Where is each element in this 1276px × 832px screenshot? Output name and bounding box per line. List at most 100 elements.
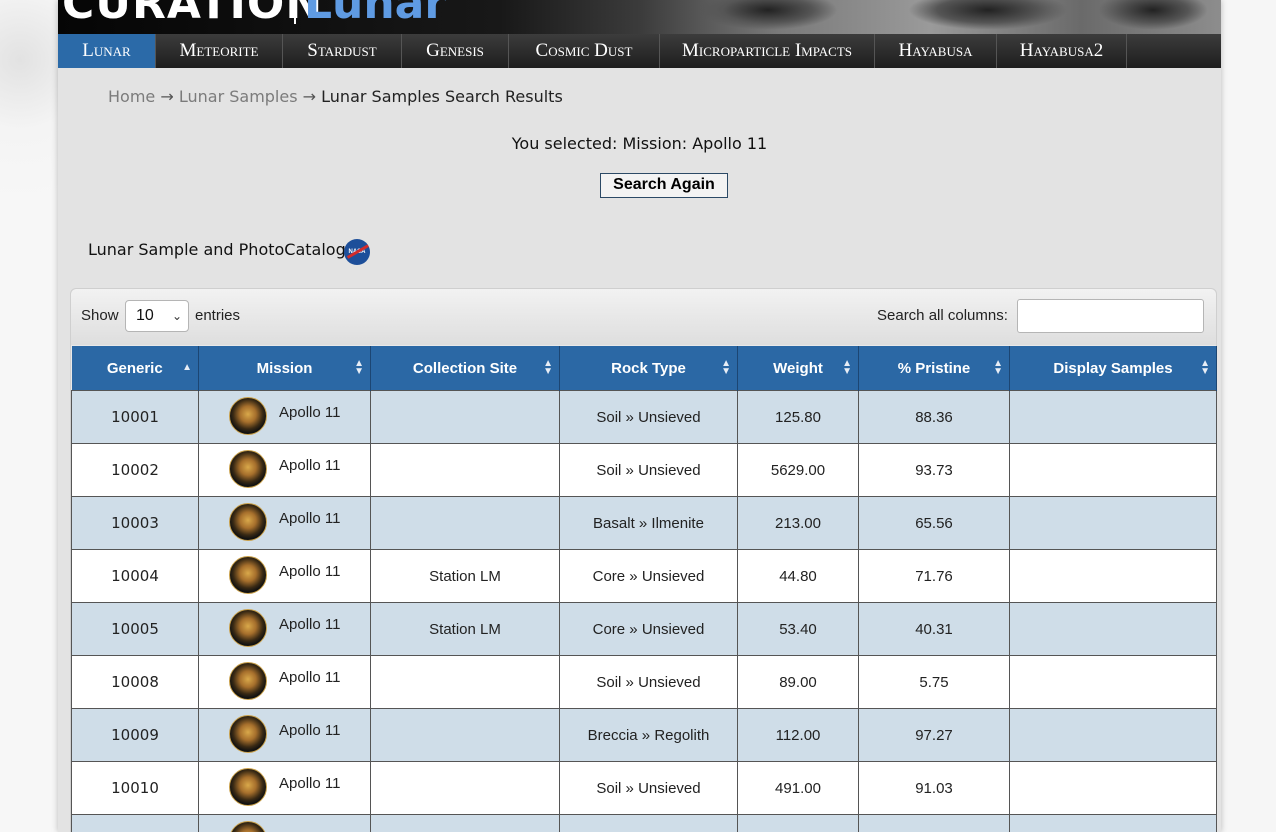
generic-link[interactable] xyxy=(71,814,199,832)
search-all-columns-input[interactable] xyxy=(1017,299,1204,333)
sort-icon: ▲ ▼ xyxy=(354,358,364,377)
mission-cell: Apollo 11 xyxy=(198,655,371,709)
nav-tab-meteorite[interactable]: Meteorite xyxy=(156,34,283,68)
mission-name: Apollo 11 xyxy=(279,510,341,527)
sort-ascending-icon: ▲ xyxy=(182,362,192,373)
column-header-display-samples[interactable]: Display Samples ▲ ▼ xyxy=(1009,346,1217,391)
table-row[interactable]: 10001 Apollo 11 Soil » Unsieved 125.80 8… xyxy=(71,390,1217,444)
generic-link[interactable]: 10009 xyxy=(71,708,199,762)
nasa-logo-icon: NASA xyxy=(344,239,370,265)
nav-tab-genesis[interactable]: Genesis xyxy=(402,34,509,68)
collection-site-cell xyxy=(370,390,560,444)
column-header-mission[interactable]: Mission ▲ ▼ xyxy=(198,346,371,391)
display-samples-cell xyxy=(1009,814,1217,832)
page-length-select[interactable]: 10 ⌄ xyxy=(125,300,189,332)
main-nav: Lunar Meteorite Stardust Genesis Cosmic … xyxy=(58,34,1221,68)
breadcrumb-arrow: → xyxy=(302,87,317,106)
generic-link[interactable]: 10005 xyxy=(71,602,199,656)
collection-site-cell xyxy=(370,655,560,709)
display-samples-cell xyxy=(1009,549,1217,603)
collection-site-cell xyxy=(370,814,560,832)
nav-tab-hayabusa2[interactable]: Hayabusa2 xyxy=(997,34,1127,68)
generic-link[interactable]: 10010 xyxy=(71,761,199,815)
sort-icon: ▲ ▼ xyxy=(993,358,1003,377)
breadcrumb-lunar-samples-link[interactable]: Lunar Samples xyxy=(179,87,298,106)
generic-link[interactable]: 10001 xyxy=(71,390,199,444)
rover-wheel-image xyxy=(1098,0,1208,30)
background-left xyxy=(0,0,58,832)
breadcrumb-home-link[interactable]: Home xyxy=(108,87,155,106)
pristine-cell: 91.03 xyxy=(858,761,1010,815)
rock-type-cell: Soil » Unsieved xyxy=(559,390,738,444)
column-header-pristine[interactable]: % Pristine ▲ ▼ xyxy=(858,346,1010,391)
table-row[interactable]: 10010 Apollo 11 Soil » Unsieved 491.00 9… xyxy=(71,761,1217,815)
table-row[interactable]: 10008 Apollo 11 Soil » Unsieved 89.00 5.… xyxy=(71,655,1217,709)
page: CURATION Lunar Lunar Meteorite Stardust … xyxy=(58,0,1221,832)
column-header-weight[interactable]: Weight ▲ ▼ xyxy=(737,346,859,391)
generic-link[interactable]: 10004 xyxy=(71,549,199,603)
page-length-value: 10 xyxy=(136,307,154,324)
generic-link[interactable]: 10002 xyxy=(71,443,199,497)
column-header-label: Collection Site xyxy=(412,359,518,377)
weight-cell: 112.00 xyxy=(737,708,859,762)
mission-name: Apollo 11 xyxy=(279,457,341,474)
table-row[interactable] xyxy=(71,814,1217,832)
pristine-cell: 97.27 xyxy=(858,708,1010,762)
search-again-button[interactable]: Search Again xyxy=(600,173,728,198)
mission-name: Apollo 11 xyxy=(279,616,341,633)
pristine-cell: 71.76 xyxy=(858,549,1010,603)
column-header-rock-type[interactable]: Rock Type ▲ ▼ xyxy=(559,346,738,391)
weight-cell: 53.40 xyxy=(737,602,859,656)
apollo-11-patch-icon xyxy=(229,715,267,753)
results-table: Generic ▲ Mission ▲ ▼ Collection Site ▲ ▼ Roc… xyxy=(71,346,1217,832)
rover-image xyxy=(698,0,838,30)
nav-tab-stardust[interactable]: Stardust xyxy=(283,34,402,68)
weight-cell: 213.00 xyxy=(737,496,859,550)
sort-icon: ▲ ▼ xyxy=(842,358,852,377)
table-row[interactable]: 10005 Apollo 11 Station LM Core » Unsiev… xyxy=(71,602,1217,656)
nav-tab-microparticle-impacts[interactable]: Microparticle Impacts xyxy=(660,34,875,68)
generic-link[interactable]: 10008 xyxy=(71,655,199,709)
mission-name: Apollo 11 xyxy=(279,775,341,792)
site-logo-text[interactable]: CURATION xyxy=(62,0,323,29)
sort-icon: ▲ ▼ xyxy=(721,358,731,377)
column-header-collection-site[interactable]: Collection Site ▲ ▼ xyxy=(370,346,560,391)
display-samples-cell xyxy=(1009,708,1217,762)
display-samples-cell xyxy=(1009,761,1217,815)
mission-cell: Apollo 11 xyxy=(198,602,371,656)
mission-cell: Apollo 11 xyxy=(198,496,371,550)
display-samples-cell xyxy=(1009,496,1217,550)
breadcrumb-current: Lunar Samples Search Results xyxy=(321,87,563,106)
display-samples-cell xyxy=(1009,655,1217,709)
table-row[interactable]: 10004 Apollo 11 Station LM Core » Unsiev… xyxy=(71,549,1217,603)
weight-cell: 125.80 xyxy=(737,390,859,444)
mission-cell: Apollo 11 xyxy=(198,708,371,762)
nasa-logo-text: NASA xyxy=(348,249,366,255)
apollo-11-patch-icon xyxy=(229,662,267,700)
mission-cell xyxy=(198,814,371,832)
breadcrumb: Home → Lunar Samples → Lunar Samples Sea… xyxy=(108,87,563,106)
table-row[interactable]: 10009 Apollo 11 Breccia » Regolith 112.0… xyxy=(71,708,1217,762)
column-header-label: Weight xyxy=(773,359,823,377)
entries-label: entries xyxy=(195,307,241,324)
mission-cell: Apollo 11 xyxy=(198,549,371,603)
collection-site-cell xyxy=(370,708,560,762)
pristine-cell: 88.36 xyxy=(858,390,1010,444)
rover-wheel-image xyxy=(908,0,1068,30)
nav-tab-cosmic-dust[interactable]: Cosmic Dust xyxy=(509,34,660,68)
column-header-generic[interactable]: Generic ▲ xyxy=(71,346,199,391)
collection-site-cell xyxy=(370,443,560,497)
rock-type-cell: Core » Unsieved xyxy=(559,602,738,656)
mission-name: Apollo 11 xyxy=(279,669,341,686)
table-row[interactable]: 10003 Apollo 11 Basalt » Ilmenite 213.00… xyxy=(71,496,1217,550)
site-logo-subtitle[interactable]: Lunar xyxy=(304,0,446,29)
table-row[interactable]: 10002 Apollo 11 Soil » Unsieved 5629.00 … xyxy=(71,443,1217,497)
apollo-11-patch-icon xyxy=(229,397,267,435)
nav-tab-hayabusa[interactable]: Hayabusa xyxy=(875,34,997,68)
weight-cell: 5629.00 xyxy=(737,443,859,497)
nav-tab-lunar[interactable]: Lunar xyxy=(58,34,156,68)
rock-type-cell xyxy=(559,814,738,832)
generic-link[interactable]: 10003 xyxy=(71,496,199,550)
collection-site-cell: Station LM xyxy=(370,549,560,603)
collection-site-cell xyxy=(370,496,560,550)
